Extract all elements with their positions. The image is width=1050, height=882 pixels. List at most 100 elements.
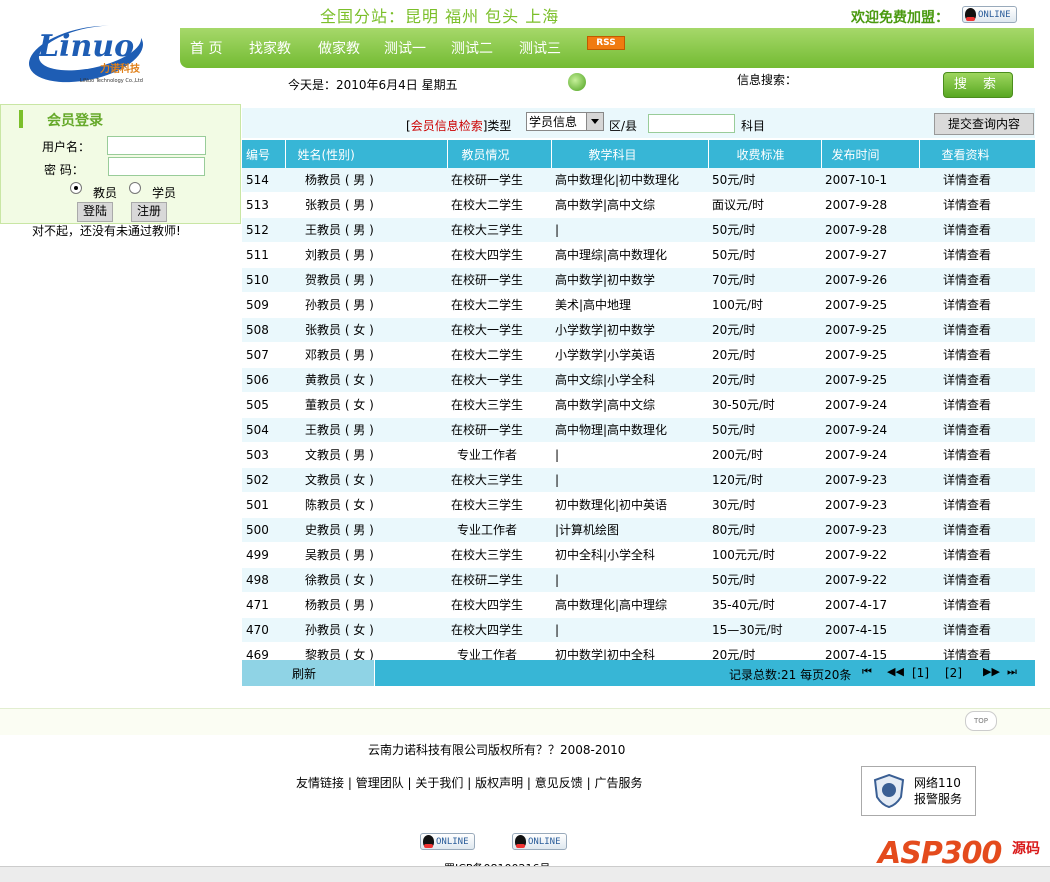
cell-details[interactable]: 详情查看 [919, 242, 1035, 268]
username-field[interactable] [107, 136, 206, 155]
cell-date: 2007-10-1 [821, 168, 919, 193]
cell-id: 505 [242, 392, 285, 418]
col-subjects[interactable]: 教学科目 [551, 140, 709, 168]
footer-link-copyright[interactable]: 版权声明 [475, 776, 523, 790]
cell-details[interactable]: 详情查看 [919, 267, 1035, 293]
cell-details[interactable]: 详情查看 [919, 342, 1035, 368]
footer-link-ads[interactable]: 广告服务 [594, 776, 642, 790]
cell-fee: 50元/时 [708, 417, 821, 443]
qq-online-button-footer-2[interactable]: ONLINE [512, 833, 567, 850]
cell-date: 2007-9-22 [821, 567, 919, 593]
cell-subjects: 初中数理化|初中英语 [551, 492, 708, 518]
cell-date: 2007-9-23 [821, 467, 919, 493]
cell-name: 王教员 ( 男 ) [285, 417, 447, 443]
cell-status: 在校大三学生 [447, 492, 551, 518]
radio-student[interactable] [129, 182, 141, 194]
password-field[interactable] [108, 157, 205, 176]
login-title: 会员登录 [19, 110, 103, 129]
cell-name: 史教员 ( 男 ) [285, 517, 447, 543]
district-input[interactable] [648, 114, 735, 133]
radio-student-label: 学员 [152, 186, 177, 200]
record-summary: 记录总数:21 每页20条 [729, 668, 852, 682]
cell-fee: 80元/时 [708, 517, 821, 543]
cell-id: 508 [242, 317, 285, 343]
prev-page-icon[interactable]: ◀◀ [887, 665, 904, 678]
radio-teacher[interactable] [70, 182, 82, 194]
cell-name: 杨教员 ( 男 ) [285, 592, 447, 618]
site-logo[interactable]: Linuo 力诺科技 LiNuo Technology Co.,Ltd [28, 14, 150, 86]
col-status[interactable]: 教员情况 [447, 140, 552, 168]
type-select[interactable]: 学员信息 [526, 112, 604, 131]
col-date[interactable]: 发布时间 [821, 140, 920, 168]
page-2-link[interactable]: [2] [945, 666, 962, 680]
cell-status: 在校大四学生 [447, 242, 551, 268]
cell-id: 511 [242, 242, 285, 268]
cell-date: 2007-9-25 [821, 342, 919, 368]
footer-link-feedback[interactable]: 意见反馈 [535, 776, 583, 790]
nav-find-tutor[interactable]: 找家教 [249, 38, 291, 58]
cell-details[interactable]: 详情查看 [919, 617, 1035, 643]
cell-details[interactable]: 详情查看 [919, 567, 1035, 593]
col-details[interactable]: 查看资料 [919, 140, 1035, 168]
cell-fee: 200元/时 [708, 442, 821, 468]
search-icon[interactable] [568, 73, 586, 91]
cell-subjects: 高中数学|高中文综 [551, 392, 708, 418]
cell-details[interactable]: 详情查看 [919, 442, 1035, 468]
search-button[interactable]: 搜 索 [943, 72, 1013, 98]
cell-subjects: | [551, 617, 708, 643]
cell-details[interactable]: 详情查看 [919, 467, 1035, 493]
nav-be-tutor[interactable]: 做家教 [318, 38, 360, 58]
cell-subjects: |计算机绘图 [551, 517, 708, 543]
cell-fee: 30-50元/时 [708, 392, 821, 418]
nav-test-1[interactable]: 测试一 [384, 38, 426, 58]
cell-details[interactable]: 详情查看 [919, 492, 1035, 518]
cell-details[interactable]: 详情查看 [919, 542, 1035, 568]
branch-sites[interactable]: 全国分站：昆明 福州 包头 上海 [320, 3, 559, 27]
table-row: 511 刘教员 ( 男 ) 在校大四学生 高中理综|高中数理化 50元/时 2007-9-… [242, 242, 1035, 268]
cell-details[interactable]: 详情查看 [919, 292, 1035, 318]
first-page-icon[interactable]: ⏮ [862, 665, 872, 679]
filter-bar [242, 108, 1035, 138]
cell-fee: 120元/时 [708, 467, 821, 493]
footer-link-about[interactable]: 关于我们 [415, 776, 463, 790]
cell-details[interactable]: 详情查看 [919, 192, 1035, 218]
cell-details[interactable]: 详情查看 [919, 367, 1035, 393]
refresh-link[interactable]: 刷新 [292, 665, 316, 682]
cell-fee: 15—30元/时 [708, 617, 821, 643]
cell-status: 专业工作者 [447, 517, 551, 543]
col-name[interactable]: 姓名(性别) [285, 140, 448, 168]
register-button[interactable]: 注册 [131, 202, 167, 222]
col-fee[interactable]: 收费标准 [708, 140, 822, 168]
cell-details[interactable]: 详情查看 [919, 592, 1035, 618]
footer-link-team[interactable]: 管理团队 [356, 776, 404, 790]
subject-label: 科目 [741, 119, 766, 133]
cell-name: 文教员 ( 男 ) [285, 442, 447, 468]
cell-details[interactable]: 详情查看 [919, 517, 1035, 543]
qq-online-button-footer-1[interactable]: ONLINE [420, 833, 475, 850]
nav-test-2[interactable]: 测试二 [451, 38, 493, 58]
last-page-icon[interactable]: ⏭ [1007, 665, 1017, 679]
cell-details[interactable]: 详情查看 [919, 217, 1035, 243]
cell-details[interactable]: 详情查看 [919, 417, 1035, 443]
horizontal-scrollbar[interactable] [0, 866, 1050, 882]
cell-details[interactable]: 详情查看 [919, 317, 1035, 343]
login-button[interactable]: 登陆 [77, 202, 113, 222]
cell-date: 2007-9-25 [821, 292, 919, 318]
next-page-icon[interactable]: ▶▶ [983, 665, 1000, 678]
cell-details[interactable]: 详情查看 [919, 168, 1035, 193]
back-to-top-icon[interactable]: TOP [965, 711, 997, 731]
search-label: 信息搜索： [737, 73, 798, 87]
table-row: 505 董教员 ( 女 ) 在校大三学生 高中数学|高中文综 30-50元/时 2007-… [242, 392, 1035, 418]
member-search-label: [会员信息检索]类型 [406, 119, 512, 133]
rss-button[interactable]: RSS [587, 36, 625, 50]
col-id[interactable]: 编号 [242, 140, 286, 168]
cell-id: 512 [242, 217, 285, 243]
page-1-link[interactable]: [1] [912, 666, 929, 680]
qq-online-button[interactable]: ONLINE [962, 6, 1017, 23]
nav-home[interactable]: 首 页 [190, 38, 222, 58]
submit-query-button[interactable]: 提交查询内容 [934, 113, 1034, 135]
member-search-link[interactable]: 会员信息检索 [411, 119, 483, 133]
nav-test-3[interactable]: 测试三 [519, 38, 561, 58]
footer-link-friends[interactable]: 友情链接 [296, 776, 344, 790]
cell-details[interactable]: 详情查看 [919, 392, 1035, 418]
